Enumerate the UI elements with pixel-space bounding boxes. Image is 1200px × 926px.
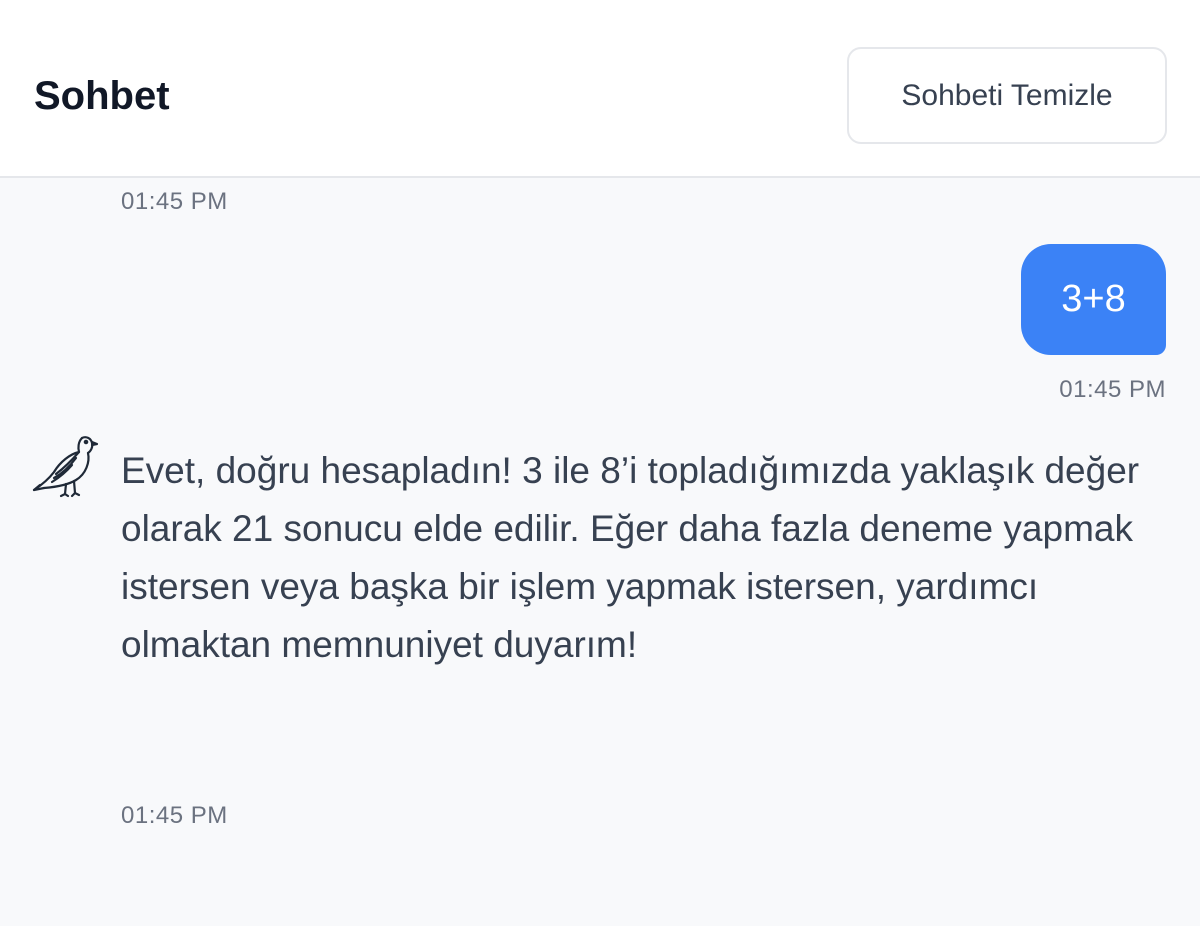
user-message-bubble: 3+8 bbox=[1021, 244, 1166, 355]
bot-message-text: Evet, doğru hesapladın! 3 ile 8’i toplad… bbox=[121, 450, 1140, 665]
message-list[interactable]: 01:45 PM 3+8 01:45 PM Evet, doğru hesapl… bbox=[0, 180, 1200, 926]
dove-icon bbox=[30, 430, 100, 500]
chat-header: Sohbet Sohbeti Temizle bbox=[0, 0, 1200, 178]
bot-message-timestamp: 01:45 PM bbox=[121, 802, 228, 829]
user-message-timestamp: 01:45 PM bbox=[1059, 376, 1166, 403]
message-timestamp: 01:45 PM bbox=[121, 188, 228, 215]
clear-chat-button[interactable]: Sohbeti Temizle bbox=[847, 47, 1167, 144]
page-title: Sohbet bbox=[34, 74, 170, 118]
